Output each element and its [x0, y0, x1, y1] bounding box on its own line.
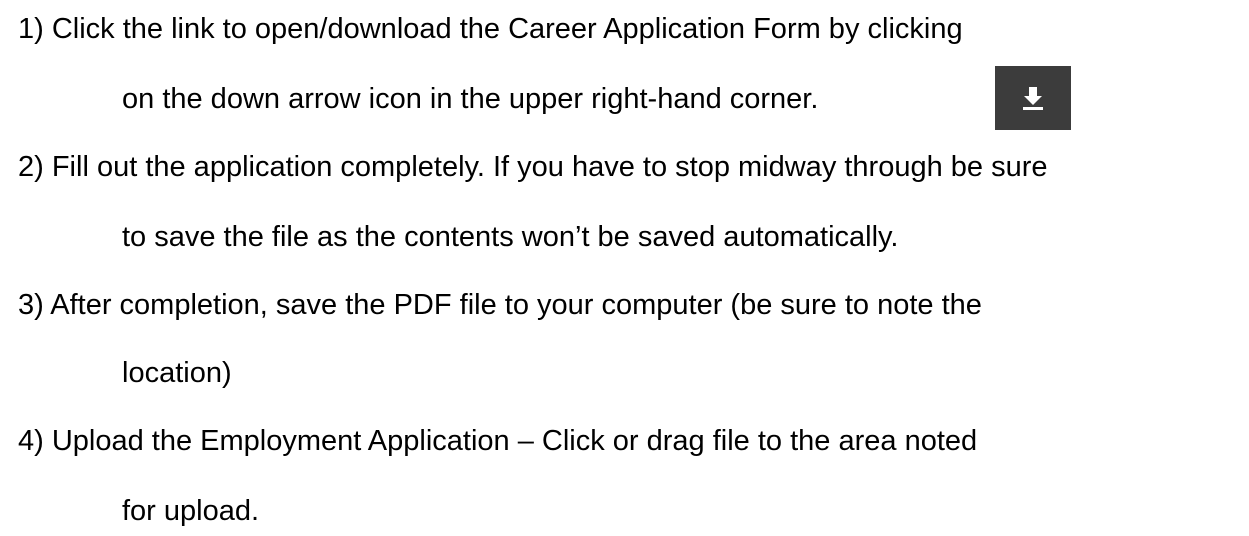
- step-3-text: 3) After completion, save the PDF file t…: [18, 289, 982, 321]
- download-button[interactable]: [995, 66, 1071, 130]
- step-1-text: 1) Click the link to open/download the C…: [18, 13, 963, 45]
- step-3-continuation: location): [122, 357, 232, 389]
- download-arrow-icon: [1021, 85, 1045, 111]
- step-2-text: 2) Fill out the application completely. …: [18, 151, 1048, 183]
- step-4-continuation: for upload.: [122, 495, 260, 527]
- step-4-text: 4) Upload the Employment Application – C…: [18, 425, 978, 457]
- step-2-continuation: to save the file as the contents won’t b…: [122, 221, 899, 253]
- step-1-continuation: on the down arrow icon in the upper righ…: [122, 83, 819, 115]
